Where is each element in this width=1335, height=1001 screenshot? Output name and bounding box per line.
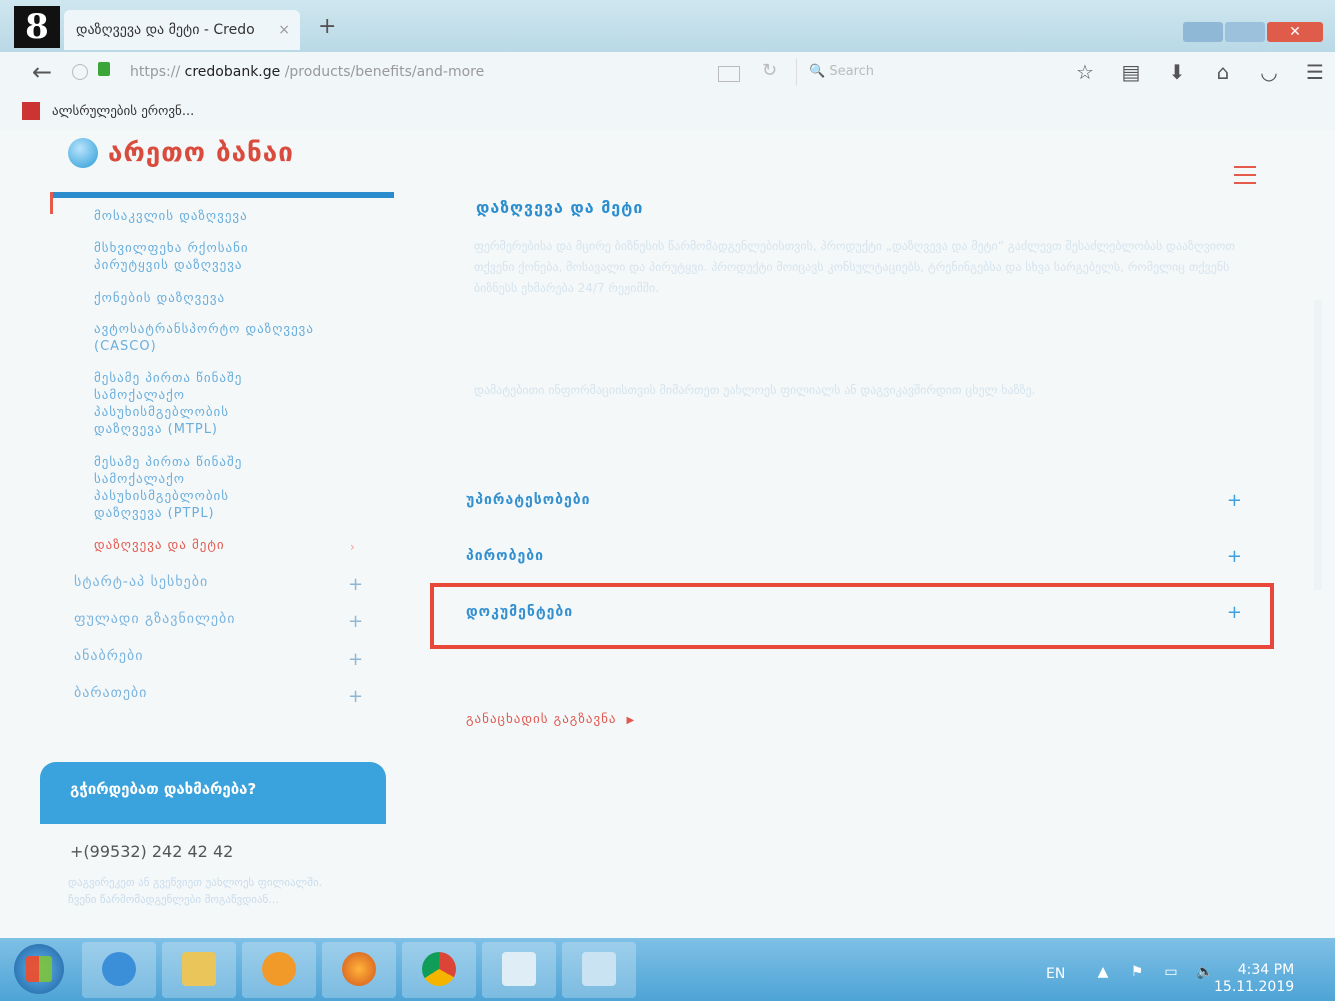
sidebar-item-startup-loans[interactable]: სტარტ-აპ სესხები [74, 574, 208, 590]
site-info-icon[interactable] [72, 64, 88, 80]
tray-expand-icon[interactable]: ▲ [1086, 964, 1120, 980]
back-arrow-icon[interactable]: ← [32, 58, 52, 86]
address-bar[interactable]: https:// credobank.ge /products/benefits… [130, 64, 484, 80]
accordion-benefits[interactable]: უპირატესობები + [466, 486, 1256, 516]
taskbar-paint[interactable] [562, 942, 636, 998]
taskbar-chrome[interactable] [402, 942, 476, 998]
search-input[interactable]: 🔍 Search [796, 58, 1036, 86]
accordion-label: პირობები [466, 548, 544, 564]
app-l-icon [502, 952, 536, 986]
media-player-icon [262, 952, 296, 986]
folder-icon [182, 952, 216, 986]
sidebar-red-marker [50, 192, 53, 214]
sidebar-subitem[interactable]: მესამე პირთა წინაშე სამოქალაქო პასუხისმგ… [94, 370, 294, 438]
taskbar-app-l[interactable] [482, 942, 556, 998]
tab-close-icon[interactable]: × [278, 22, 290, 38]
accordion-conditions[interactable]: პირობები + [466, 542, 1256, 572]
start-button[interactable] [14, 944, 64, 994]
bookmarks-bar: ალსრულების ეროვნ... [0, 94, 1335, 130]
windows-logo-icon [26, 956, 52, 982]
search-placeholder: Search [829, 64, 874, 79]
maximize-button[interactable] [1225, 22, 1265, 42]
reload-icon[interactable]: ↻ [762, 60, 777, 81]
firefox-icon [342, 952, 376, 986]
download-icon[interactable]: ⬇ [1154, 60, 1200, 84]
intro-paragraph: ფერმერებისა და მცირე ბიზნესის წარმომადგე… [474, 239, 1236, 295]
toolbar-icons: ☆ ▤ ⬇ ⌂ ◡ ☰ [1062, 60, 1335, 84]
windows-taskbar: EN ▲ ⚑ ▭ 🔈 4:34 PM 15.11.2019 [0, 938, 1335, 1001]
window-controls: ✕ [1181, 22, 1323, 42]
contact-paragraph: დამატებითი ინფორმაციისთვის მიმართეთ უახლ… [474, 383, 1036, 397]
plus-icon: + [1226, 490, 1242, 511]
bookmarks-library-icon[interactable]: ▤ [1108, 60, 1154, 84]
apply-link-label: განაცხადის გაგზავნა [466, 712, 617, 727]
help-title: გჭირდებათ დახმარება? [70, 780, 257, 798]
highlight-box [430, 583, 1274, 649]
expand-plus-icon[interactable]: + [348, 611, 363, 632]
taskbar-explorer[interactable] [162, 942, 236, 998]
triangle-right-icon: ▶ [626, 715, 636, 726]
scrollbar[interactable] [1314, 300, 1322, 590]
logo-text: არეთო ბანაი [108, 138, 294, 168]
new-tab-button[interactable]: + [318, 14, 336, 39]
globe-logo-icon [68, 138, 98, 168]
sidebar-subitem[interactable]: ავტოსატრანსპორტო დაზღვევა (CASCO) [94, 321, 334, 355]
bookmark-favicon-icon [22, 102, 40, 120]
menu-icon[interactable]: ☰ [1292, 60, 1335, 84]
bookmark-star-icon[interactable]: ☆ [1062, 60, 1108, 84]
chevron-right-icon: › [350, 540, 355, 554]
browser-nav-bar: ← https:// credobank.ge /products/benefi… [0, 52, 1335, 94]
clock[interactable]: 4:34 PM 15.11.2019 [1214, 962, 1294, 996]
taskbar-media[interactable] [242, 942, 316, 998]
sidebar-item-money-transfers[interactable]: ფულადი გზავნილები [74, 611, 236, 627]
bookmark-item[interactable]: ალსრულების ეროვნ... [52, 104, 194, 119]
taskbar-firefox[interactable] [322, 942, 396, 998]
system-tray: ▲ ⚑ ▭ 🔈 [1086, 964, 1222, 980]
step-number-badge: 8 [14, 6, 60, 48]
plus-icon: + [1226, 546, 1242, 567]
language-indicator[interactable]: EN [1046, 966, 1065, 982]
sidebar-item-deposits[interactable]: ანაბრები [74, 648, 144, 664]
url-path: /products/benefits/and-more [284, 64, 485, 80]
flag-icon[interactable]: ⚑ [1120, 964, 1154, 980]
help-description: დაგვირეკეთ ან გვეწვიეთ უახლოეს ფილიალში.… [68, 876, 323, 906]
taskbar-ie[interactable] [82, 942, 156, 998]
chrome-icon [422, 952, 456, 986]
expand-plus-icon[interactable]: + [348, 574, 363, 595]
sidebar-subitem[interactable]: მესამე პირთა წინაშე სამოქალაქო პასუხისმგ… [94, 454, 294, 522]
sidebar-subitem-active[interactable]: დაზღვევა და მეტი [94, 537, 314, 554]
clock-date: 15.11.2019 [1214, 979, 1295, 995]
sidebar-subitem[interactable]: მსხვილფეხა რქოსანი პირუტყვის დაზღვევა [94, 240, 324, 274]
paint-icon [582, 952, 616, 986]
network-icon[interactable]: ▭ [1154, 964, 1188, 980]
url-domain: credobank.ge [184, 64, 281, 80]
pocket-icon[interactable]: ◡ [1246, 60, 1292, 84]
help-banner[interactable]: გჭირდებათ დახმარება? [40, 762, 386, 824]
browser-tab[interactable]: დაზღვევა და მეტი - Credo × [64, 10, 300, 50]
close-window-button[interactable]: ✕ [1267, 22, 1323, 42]
url-prefix: https:// [130, 64, 181, 80]
page-title: დაზღვევა და მეტი [476, 198, 644, 217]
accordion-label: უპირატესობები [466, 492, 591, 508]
tab-title: დაზღვევა და მეტი - Credo [76, 22, 255, 38]
sidebar-subitem[interactable]: მოსაკვლის დაზღვევა [94, 208, 314, 225]
reader-view-icon[interactable] [718, 66, 740, 82]
lock-icon [98, 62, 110, 76]
internet-explorer-icon [102, 952, 136, 986]
minimize-button[interactable] [1183, 22, 1223, 42]
home-icon[interactable]: ⌂ [1200, 60, 1246, 84]
apply-link[interactable]: განაცხადის გაგზავნა ▶ [466, 712, 635, 727]
expand-plus-icon[interactable]: + [348, 649, 363, 670]
sidebar-subitem[interactable]: ქონების დაზღვევა [94, 290, 324, 307]
sidebar-accent-bar [52, 192, 394, 198]
help-phone[interactable]: +(99532) 242 42 42 [70, 842, 233, 861]
browser-title-bar: 8 დაზღვევა და მეტი - Credo × + ✕ [0, 0, 1335, 52]
expand-plus-icon[interactable]: + [348, 686, 363, 707]
sidebar-item-cards[interactable]: ბარათები [74, 685, 147, 701]
site-logo[interactable]: არეთო ბანაი [68, 138, 294, 168]
clock-time: 4:34 PM [1237, 962, 1295, 978]
hamburger-menu-icon[interactable] [1234, 166, 1256, 190]
